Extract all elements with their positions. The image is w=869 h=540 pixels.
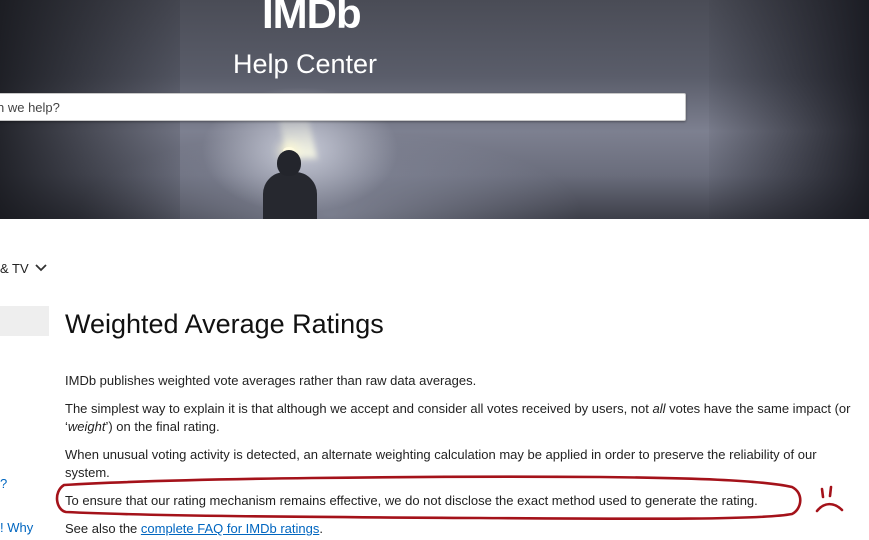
sidebar-link-question[interactable]: ? xyxy=(0,476,7,492)
help-search-input[interactable] xyxy=(0,93,686,121)
category-select[interactable]: & TV xyxy=(0,260,29,278)
page-title: Weighted Average Ratings xyxy=(65,309,384,339)
paragraph-3: When unusual voting activity is detected… xyxy=(65,447,817,480)
ratings-faq-link[interactable]: complete FAQ for IMDb ratings xyxy=(141,521,319,536)
help-center-title: Help Center xyxy=(232,49,378,79)
sidebar-item-selected[interactable] xyxy=(0,306,49,336)
chevron-down-icon[interactable] xyxy=(34,261,48,275)
paragraph-2: The simplest way to explain it is that a… xyxy=(65,401,851,434)
sidebar-link-why[interactable]: ! Why xyxy=(0,520,33,536)
person-silhouette xyxy=(263,172,317,219)
paragraph-4-highlighted: To ensure that our rating mechanism rema… xyxy=(65,493,758,508)
paragraph-1: IMDb publishes weighted vote averages ra… xyxy=(65,373,477,388)
paragraph-5: See also the complete FAQ for IMDb ratin… xyxy=(65,521,323,536)
forest-right xyxy=(709,0,869,219)
imdb-logo[interactable]: IMDb xyxy=(262,0,362,42)
person-head xyxy=(277,150,301,176)
